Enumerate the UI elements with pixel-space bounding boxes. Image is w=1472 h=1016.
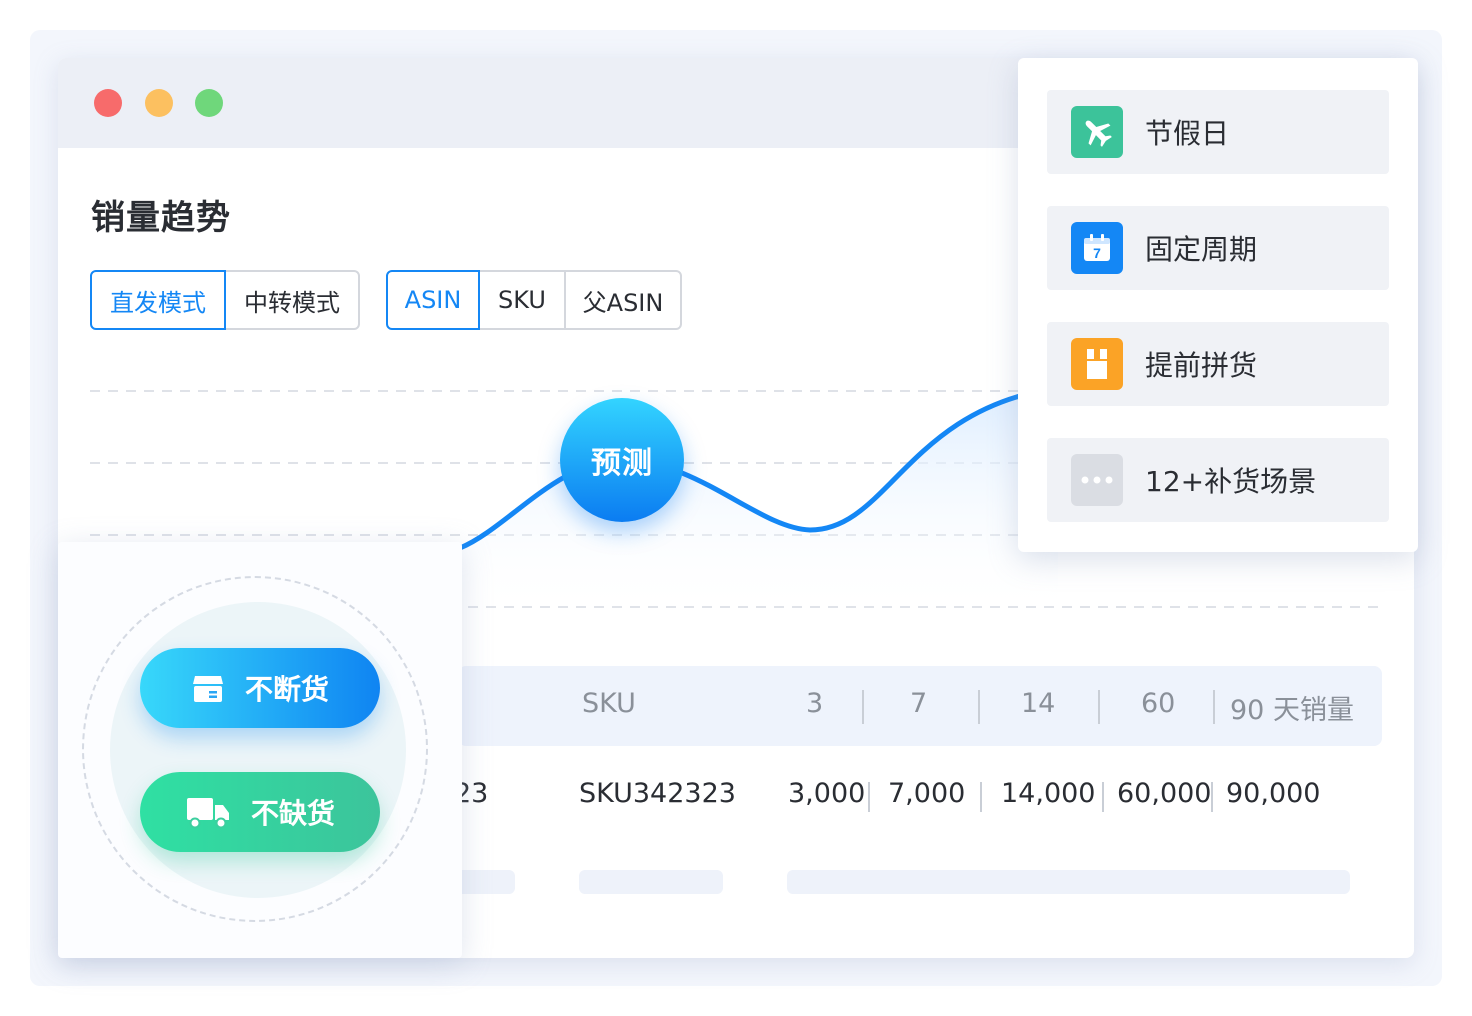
scenario-early-consolidation[interactable]: 提前拼货 [1047, 322, 1389, 406]
ring-fill [110, 602, 406, 898]
header-60-day: 60 [1141, 688, 1176, 719]
header-3-day: 3 [806, 688, 824, 719]
scenario-more[interactable]: 12+补货场景 [1047, 438, 1389, 522]
scenario-holiday-label: 节假日 [1145, 117, 1230, 150]
no-shortage-label: 不缺货 [250, 797, 335, 830]
cell-divider [868, 782, 870, 812]
cell-14-day: 14,000 [1001, 778, 1096, 809]
more-icon [1071, 454, 1123, 506]
cell-divider [1211, 782, 1213, 812]
replenishment-scenarios-panel: 节假日 7 固定周期 提前拼货 12+补货场景 [1018, 58, 1418, 552]
scenario-holiday[interactable]: 节假日 [1047, 90, 1389, 174]
header-divider [978, 690, 980, 724]
stock-strategy-card: 不断货 不缺货 [58, 542, 462, 958]
header-divider [862, 690, 864, 724]
scenario-more-label: 12+补货场景 [1145, 465, 1317, 498]
calendar-icon: 7 [1071, 222, 1123, 274]
id-asin-button[interactable]: ASIN [386, 270, 480, 330]
header-divider [1213, 690, 1215, 724]
scenario-early-consolidation-label: 提前拼货 [1145, 349, 1258, 382]
scenario-fixed-cycle-label: 固定周期 [1145, 233, 1258, 266]
cell-7-day: 7,000 [888, 778, 966, 809]
scenario-fixed-cycle[interactable]: 7 固定周期 [1047, 206, 1389, 290]
box-icon [192, 676, 223, 702]
calendar-day: 7 [1093, 245, 1101, 261]
placeholder-bar [579, 870, 723, 894]
package-icon [1071, 338, 1123, 390]
trend-area [460, 388, 1058, 618]
placeholder-bar [787, 870, 1350, 894]
header-90-day-sales: 90 天销量 [1230, 695, 1354, 726]
header-sku: SKU [582, 688, 636, 719]
cell-divider [980, 782, 982, 812]
header-14-day: 14 [1021, 688, 1056, 719]
forecast-badge[interactable]: 预测 [560, 398, 684, 522]
cell-60-day: 60,000 [1117, 778, 1212, 809]
no-shortage-button[interactable]: 不缺货 [140, 772, 380, 852]
truck-icon [186, 798, 229, 829]
header-7-day: 7 [910, 688, 928, 719]
header-divider [1098, 690, 1100, 724]
cell-sku: SKU342323 [579, 778, 736, 809]
cell-divider [1102, 782, 1104, 812]
no-stockout-button[interactable]: 不断货 [140, 648, 380, 728]
mode-direct-button[interactable]: 直发模式 [90, 270, 226, 330]
cell-3-day: 3,000 [788, 778, 866, 809]
airplane-icon [1071, 106, 1123, 158]
no-stockout-label: 不断货 [244, 673, 329, 706]
cell-90-day: 90,000 [1226, 778, 1321, 809]
